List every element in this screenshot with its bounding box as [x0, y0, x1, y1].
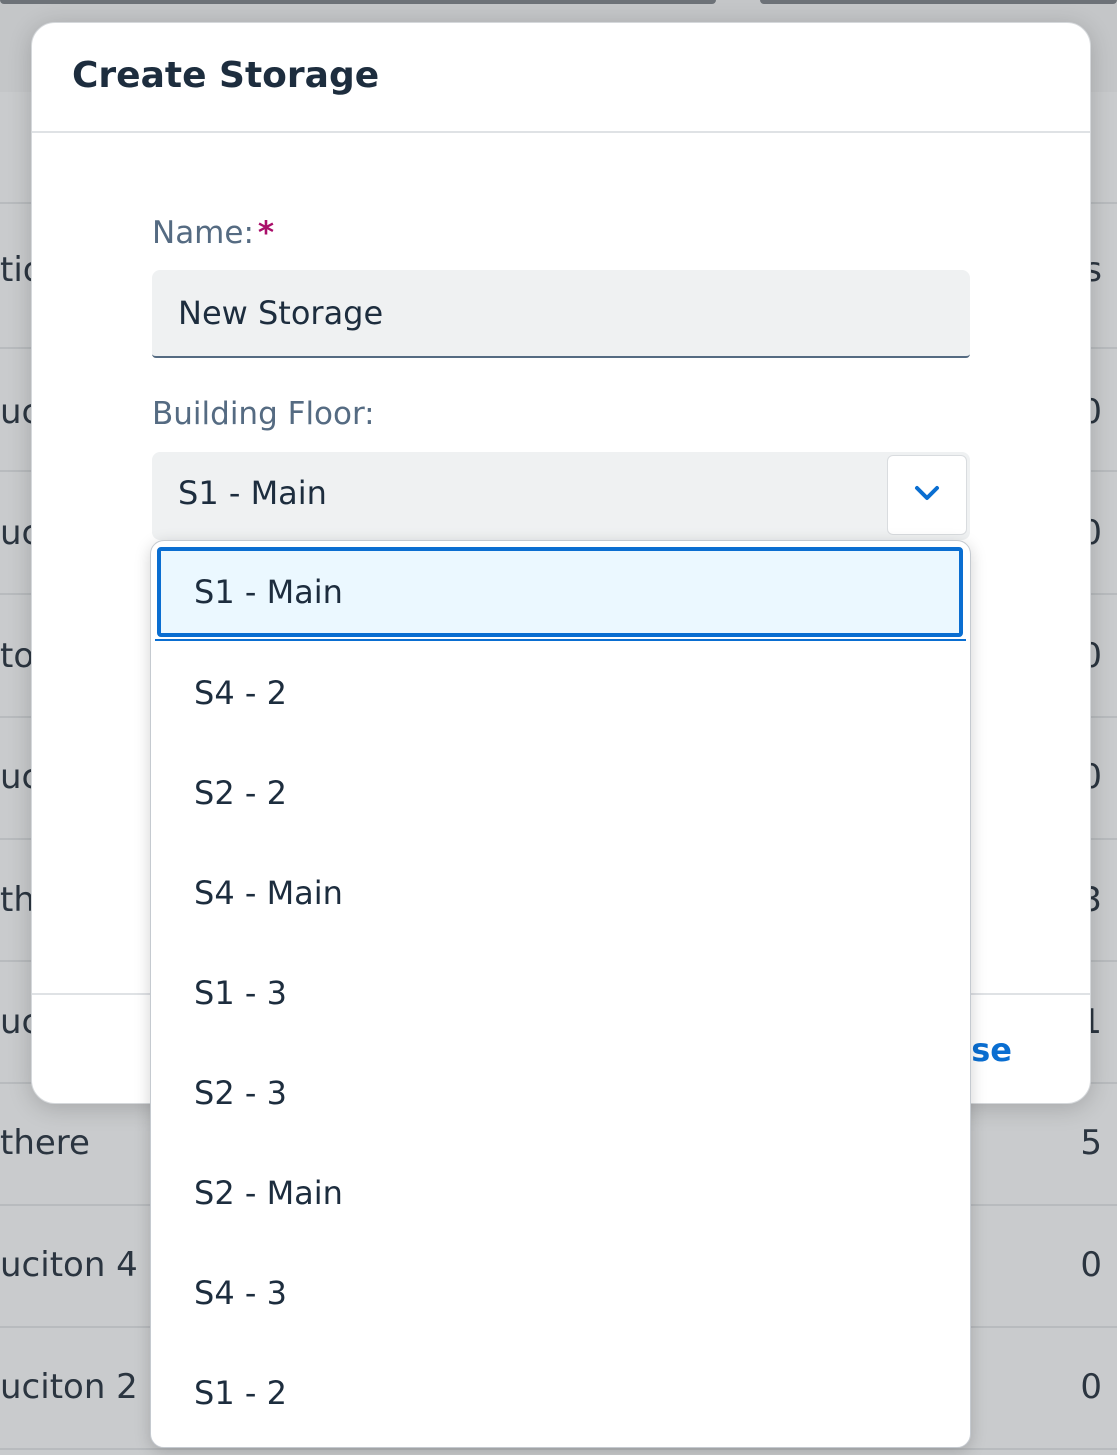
background-tab: [0, 0, 716, 4]
dialog-title: Create Storage: [72, 55, 380, 96]
name-input[interactable]: [152, 270, 970, 358]
building-floor-value: S1 - Main: [178, 474, 327, 512]
dialog-header: Create Storage: [32, 23, 1090, 133]
dropdown-option[interactable]: S2 - 3: [151, 1043, 970, 1143]
table-cell: 0: [1080, 1367, 1102, 1407]
chevron-down-icon: [915, 486, 939, 500]
building-floor-dropdown-list: S1 - Main S4 - 2 S2 - 2 S4 - Main S1 - 3…: [150, 540, 971, 1448]
table-cell: 5: [1080, 1123, 1102, 1163]
page: tio s uci 0 uci 0 to 0 uci 0 th 3 uci 1 …: [0, 0, 1117, 1455]
background-tab: [760, 0, 1117, 4]
name-label: Name: *: [152, 215, 274, 251]
dropdown-option[interactable]: S1 - 3: [151, 943, 970, 1043]
table-cell: there: [0, 1123, 90, 1163]
building-floor-select[interactable]: S1 - Main: [152, 452, 970, 540]
selected-option-underline: [155, 639, 966, 641]
dropdown-option[interactable]: S1 - 2: [151, 1343, 970, 1443]
table-row-divider: [0, 1448, 1117, 1450]
table-cell: 0: [1080, 1245, 1102, 1285]
building-floor-label: Building Floor:: [152, 396, 375, 432]
dropdown-option[interactable]: S2 - Main: [151, 1143, 970, 1243]
dropdown-option[interactable]: S4 - Main: [151, 843, 970, 943]
dropdown-toggle-button[interactable]: [887, 455, 967, 535]
dropdown-option-selected[interactable]: S1 - Main: [157, 547, 963, 637]
dropdown-option[interactable]: S2 - 2: [151, 743, 970, 843]
table-cell: uciton 4: [0, 1245, 138, 1285]
dropdown-option[interactable]: S4 - 2: [151, 643, 970, 743]
table-cell: uciton 2: [0, 1367, 138, 1407]
required-indicator: *: [257, 215, 275, 251]
dropdown-option[interactable]: S4 - 3: [151, 1243, 970, 1343]
name-label-text: Name:: [152, 215, 254, 251]
